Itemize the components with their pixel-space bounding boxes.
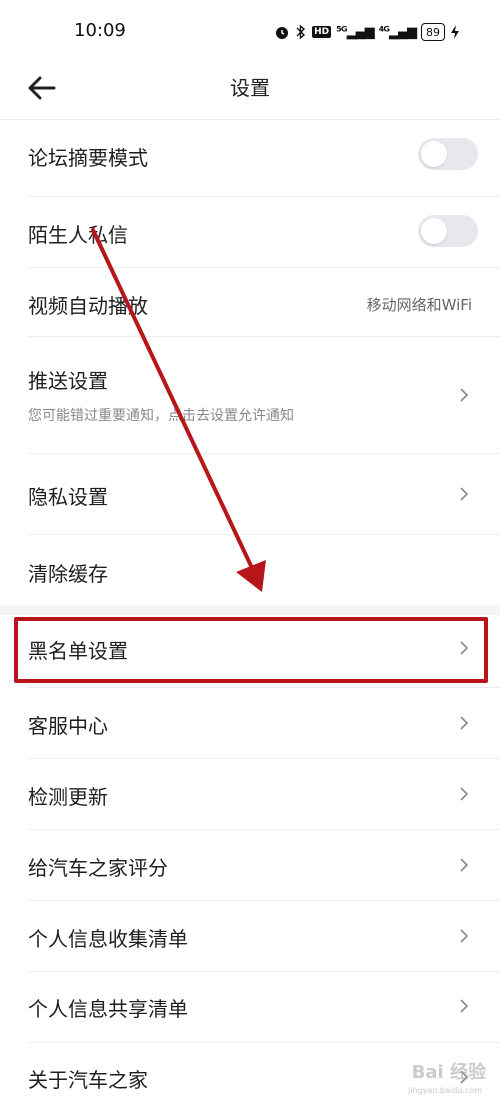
charging-icon [451, 25, 459, 39]
info-sharing-list-label: 个人信息共享清单 [28, 997, 188, 1021]
row-push-settings[interactable]: 推送设置 您可能错过重要通知，点击去设置允许通知 [0, 337, 500, 453]
row-privacy-settings[interactable]: 隐私设置 [0, 454, 500, 534]
stranger-dm-toggle[interactable] [418, 215, 478, 247]
push-settings-hint: 您可能错过重要通知，点击去设置允许通知 [28, 408, 294, 424]
chevron-right-icon [460, 787, 469, 801]
about-label: 关于汽车之家 [28, 1068, 148, 1092]
forum-summary-toggle[interactable] [418, 138, 478, 170]
chevron-right-icon [460, 487, 469, 501]
4g-signal-icon: ⁴ᴳ▂▄▆ [378, 24, 417, 40]
clear-cache-label: 清除缓存 [28, 562, 108, 586]
row-customer-service[interactable]: 客服中心 [0, 688, 500, 758]
watermark-logo: Bai 经验 [411, 1062, 486, 1083]
bluetooth-icon [296, 24, 306, 40]
page-title: 设置 [230, 76, 270, 100]
video-autoplay-label: 视频自动播放 [28, 294, 148, 318]
chevron-right-icon [460, 716, 469, 730]
video-autoplay-value: 移动网络和WiFi [366, 296, 472, 314]
chevron-right-icon [460, 641, 469, 655]
alarm-icon [276, 27, 289, 39]
5g-signal-icon: ⁵ᴳ▂▄▆ [336, 24, 374, 40]
row-video-autoplay[interactable]: 视频自动播放 移动网络和WiFi [0, 268, 500, 336]
push-settings-label: 推送设置 [28, 369, 108, 393]
battery-indicator: 89 [421, 23, 445, 41]
watermark-url: jingyan.baidu.com [408, 1086, 482, 1095]
row-forum-summary: 论坛摘要模式 [0, 120, 500, 196]
row-info-sharing-list[interactable]: 个人信息共享清单 [0, 972, 500, 1042]
hd-icon: HD [312, 26, 332, 38]
blacklist-settings-label: 黑名单设置 [28, 639, 128, 663]
stranger-dm-label: 陌生人私信 [28, 223, 128, 247]
chevron-right-icon [460, 388, 469, 402]
status-bar: 10:09 HD ⁵ᴳ▂▄▆ ⁴ᴳ▂▄▆ 89 [0, 0, 500, 62]
section-separator [0, 605, 500, 615]
toggle-knob [421, 141, 447, 167]
chevron-right-icon [460, 999, 469, 1013]
row-check-update[interactable]: 检测更新 [0, 759, 500, 829]
chevron-right-icon [460, 929, 469, 943]
status-icons: HD ⁵ᴳ▂▄▆ ⁴ᴳ▂▄▆ 89 [274, 20, 460, 44]
toggle-knob [421, 218, 447, 244]
5g-label: ⁵ᴳ [336, 24, 347, 40]
status-time: 10:09 [74, 20, 126, 41]
rate-app-label: 给汽车之家评分 [28, 856, 168, 880]
forum-summary-label: 论坛摘要模式 [28, 146, 148, 170]
check-update-label: 检测更新 [28, 785, 108, 809]
customer-service-label: 客服中心 [28, 714, 108, 738]
4g-label: ⁴ᴳ [378, 24, 390, 40]
personal-info-list-label: 个人信息收集清单 [28, 927, 188, 951]
row-clear-cache[interactable]: 清除缓存 [0, 535, 500, 605]
chevron-right-icon [460, 858, 469, 872]
row-blacklist-settings[interactable]: 黑名单设置 [0, 615, 500, 685]
row-personal-info-list[interactable]: 个人信息收集清单 [0, 901, 500, 971]
privacy-settings-label: 隐私设置 [28, 485, 108, 509]
nav-bar: 设置 [0, 62, 500, 120]
row-stranger-dm: 陌生人私信 [0, 197, 500, 267]
row-rate-app[interactable]: 给汽车之家评分 [0, 830, 500, 900]
